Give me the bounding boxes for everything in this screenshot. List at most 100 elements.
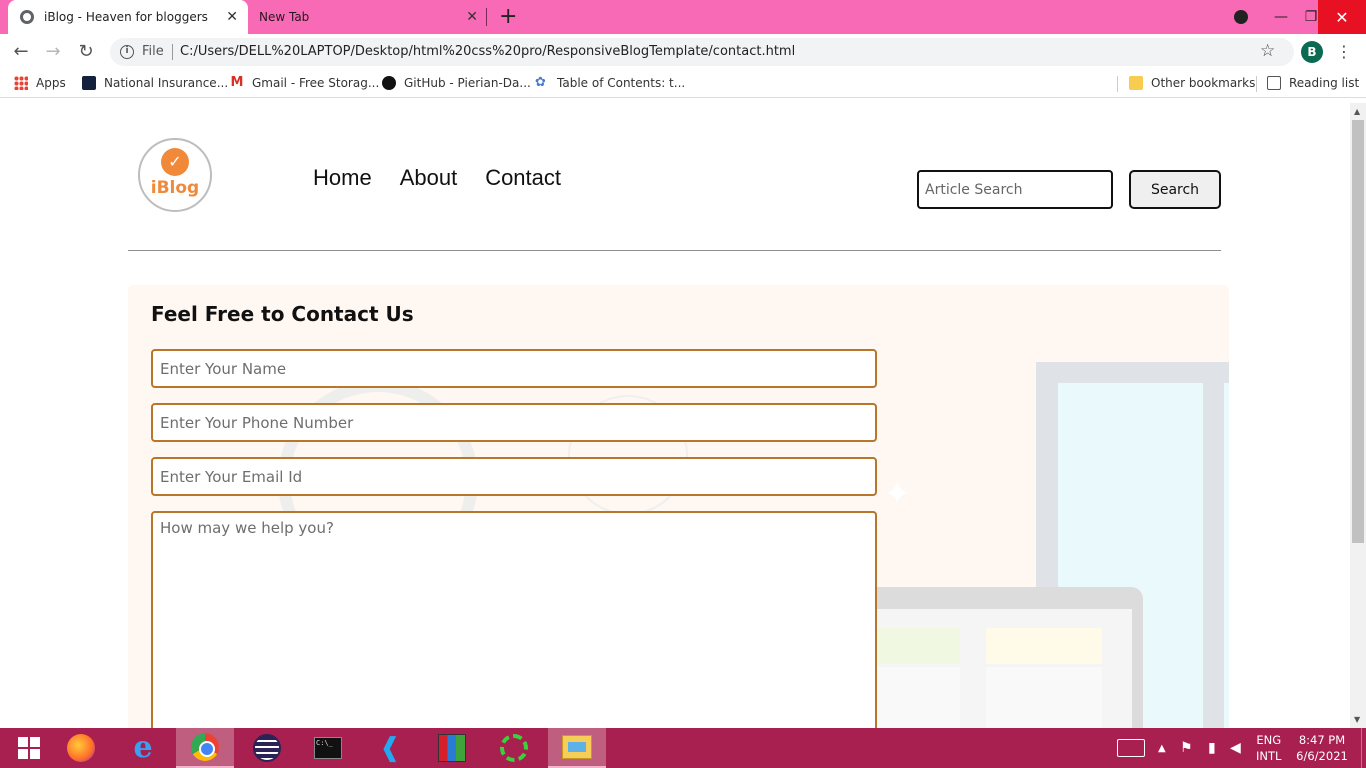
system-clock[interactable]: 8:47 PM 6/6/2021 (1294, 728, 1350, 768)
bookmarks-divider (1117, 76, 1118, 92)
other-bookmarks[interactable]: Other bookmarks (1129, 76, 1255, 90)
taskbar-firefox[interactable] (52, 728, 110, 768)
folder-icon (1129, 76, 1143, 90)
article-search-input[interactable] (917, 170, 1113, 209)
search-button[interactable]: Search (1129, 170, 1221, 209)
page-viewport: ✓ iBlog Home About Contact Search ✦ Feel… (0, 103, 1350, 728)
taskbar-internet-explorer[interactable]: e (114, 728, 172, 768)
decorative-tile (986, 667, 1102, 728)
info-icon[interactable]: i (120, 45, 134, 59)
taskbar-vscode[interactable]: ❰ (361, 728, 419, 768)
github-icon (382, 76, 396, 90)
winrar-icon (438, 734, 466, 762)
logo-text: iBlog (150, 178, 200, 198)
bookmark-label: Apps (36, 76, 66, 90)
national-insurance-icon (82, 76, 96, 90)
browser-tab-strip: iBlog - Heaven for bloggers ✕ New Tab ✕ … (0, 0, 1366, 34)
tab-iblog[interactable]: iBlog - Heaven for bloggers ✕ (8, 0, 248, 34)
nav-home[interactable]: Home (313, 165, 372, 191)
email-field[interactable] (151, 457, 877, 496)
bookmark-label: GitHub - Pierian-Da... (404, 76, 531, 90)
site-nav: Home About Contact (313, 165, 561, 191)
scheme-label: File (142, 44, 164, 59)
bookmark-gmail[interactable]: M Gmail - Free Storag... (230, 75, 380, 91)
globe-icon (20, 10, 34, 24)
clock-time: 8:47 PM (1298, 733, 1346, 747)
close-tab-icon[interactable]: ✕ (226, 8, 238, 26)
battery-icon[interactable]: ▮ (1208, 728, 1216, 768)
contact-title: Feel Free to Contact Us (151, 302, 414, 326)
nav-about[interactable]: About (400, 165, 458, 191)
bookmark-apps[interactable]: Apps (14, 76, 66, 90)
other-bookmarks-label: Other bookmarks (1151, 76, 1256, 90)
reading-list[interactable]: Reading list (1267, 76, 1359, 90)
bookmark-github[interactable]: GitHub - Pierian-Da... (382, 76, 531, 90)
decorative-whiteboard-panel (1224, 383, 1229, 728)
new-tab-button[interactable]: + (499, 4, 517, 30)
restore-button[interactable]: ❐ (1304, 0, 1318, 34)
message-field[interactable] (151, 511, 877, 728)
firefox-icon (67, 734, 95, 762)
windows-taskbar: e C:\_ ❰ ▲ ⚑ ▮ ◀ ENG INTL 8:47 PM 6/6/20… (0, 728, 1366, 768)
chrome-icon (191, 733, 219, 761)
nav-contact[interactable]: Contact (485, 165, 561, 191)
scroll-thumb[interactable] (1352, 120, 1364, 543)
forward-button[interactable]: → (42, 41, 64, 63)
check-chat-icon: ✓ (161, 148, 189, 176)
taskbar-chrome[interactable] (176, 728, 234, 768)
page-scrollbar[interactable]: ▲ ▼ (1350, 103, 1366, 728)
tab-separator (486, 8, 487, 26)
phone-field[interactable] (151, 403, 877, 442)
clock-date: 6/6/2021 (1296, 749, 1348, 763)
green-ring-icon (500, 734, 528, 762)
taskbar-command-prompt[interactable]: C:\_ (299, 728, 357, 768)
close-window-button[interactable]: ✕ (1318, 0, 1366, 34)
taskbar-eclipse[interactable] (238, 728, 296, 768)
touch-keyboard-icon[interactable] (1117, 739, 1145, 757)
back-button[interactable]: ← (10, 41, 32, 63)
address-bar[interactable]: i File C:/Users/DELL%20LAPTOP/Desktop/ht… (110, 38, 1294, 66)
bookmark-label: Table of Contents: t... (557, 76, 686, 90)
tab-search-button[interactable] (1230, 0, 1252, 34)
show-desktop-button[interactable] (1361, 728, 1366, 768)
file-explorer-icon (562, 735, 592, 759)
browser-toolbar: ← → ↻ i File C:/Users/DELL%20LAPTOP/Desk… (0, 34, 1366, 70)
taskbar-file-explorer[interactable] (548, 728, 606, 768)
tab-new-tab[interactable]: New Tab ✕ (250, 0, 486, 34)
chevron-down-icon (1234, 10, 1248, 24)
internet-explorer-icon: e (133, 730, 153, 765)
bookmark-national-insurance[interactable]: National Insurance... (82, 76, 228, 90)
name-field[interactable] (151, 349, 877, 388)
action-center-flag-icon[interactable]: ⚑ (1180, 728, 1193, 768)
bookmark-table-of-contents[interactable]: ✿ Table of Contents: t... (535, 76, 686, 91)
bookmarks-bar: Apps National Insurance... M Gmail - Fre… (0, 70, 1366, 98)
bookmark-label: Gmail - Free Storag... (252, 76, 380, 90)
menu-kebab-icon[interactable]: ⋮ (1336, 41, 1352, 63)
scroll-down-icon[interactable]: ▼ (1354, 715, 1360, 724)
keyboard-layout: INTL (1256, 749, 1282, 763)
command-prompt-icon: C:\_ (314, 737, 342, 759)
scroll-up-icon[interactable]: ▲ (1354, 107, 1360, 116)
omnibox-divider (172, 44, 173, 60)
start-button[interactable] (0, 728, 58, 768)
taskbar-ring-app[interactable] (485, 728, 543, 768)
reload-button[interactable]: ↻ (75, 41, 97, 63)
show-hidden-icons-icon[interactable]: ▲ (1158, 728, 1166, 768)
decorative-tile (986, 628, 1102, 664)
eclipse-icon (253, 734, 281, 762)
reading-list-label: Reading list (1289, 76, 1360, 90)
apps-grid-icon (14, 76, 28, 90)
minimize-button[interactable]: — (1258, 0, 1304, 34)
profile-avatar[interactable]: B (1301, 41, 1323, 63)
bookmark-star-icon[interactable]: ☆ (1260, 41, 1275, 61)
reading-list-icon (1267, 76, 1281, 90)
volume-icon[interactable]: ◀ (1230, 728, 1241, 768)
close-tab-icon[interactable]: ✕ (466, 8, 478, 26)
site-logo[interactable]: ✓ iBlog (138, 138, 212, 212)
taskbar-winrar[interactable] (423, 728, 481, 768)
url-text[interactable]: C:/Users/DELL%20LAPTOP/Desktop/html%20cs… (180, 44, 795, 59)
gmail-icon: M (230, 75, 244, 90)
input-language[interactable]: ENG INTL (1256, 728, 1281, 768)
sparkle-icon: ✦ (883, 474, 912, 514)
bookmarks-divider (1256, 76, 1257, 92)
